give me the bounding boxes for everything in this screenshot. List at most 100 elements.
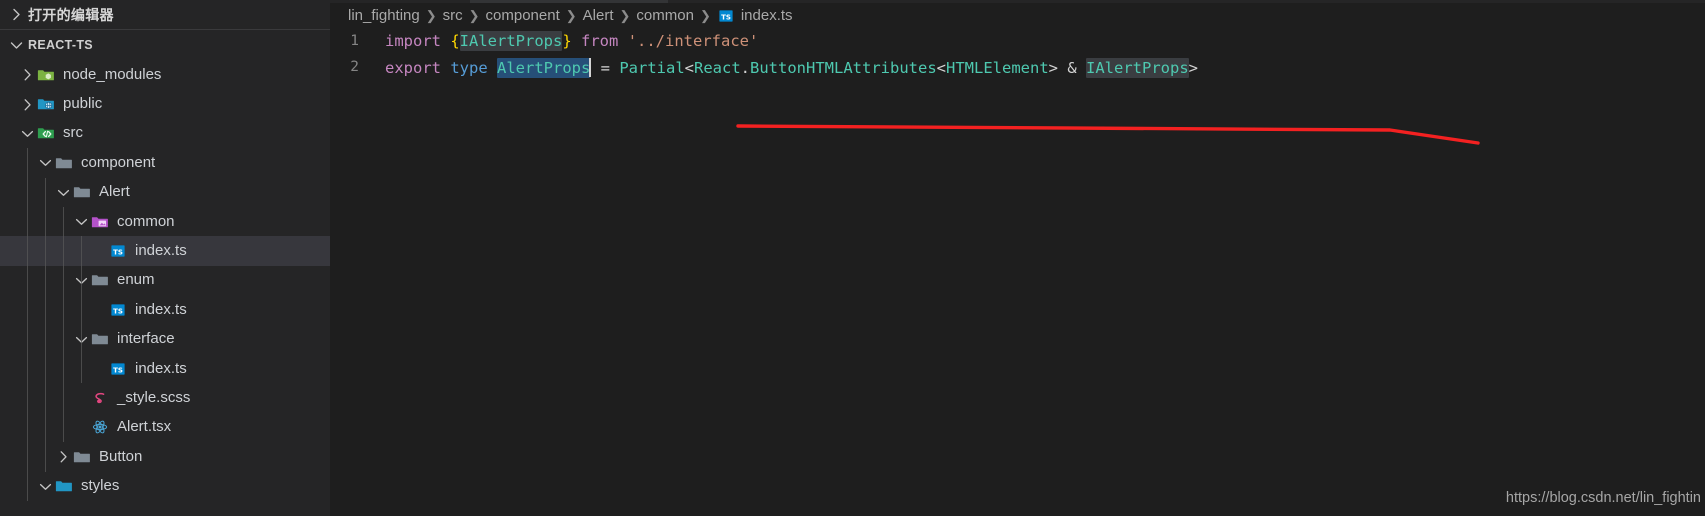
tree-item-label: Alert — [99, 183, 130, 201]
code-token: AlertProps — [497, 57, 591, 78]
chevron-right-icon[interactable] — [18, 95, 36, 113]
code-token: React — [694, 58, 741, 77]
code-token: > — [1048, 58, 1058, 77]
breadcrumb-separator-icon: ❯ — [468, 7, 480, 23]
tree-item-label: component — [81, 153, 156, 171]
code-token: > — [1188, 58, 1198, 77]
code-line[interactable]: 1 import {IAlertProps} from '../interface… — [330, 28, 1705, 54]
folder-public-icon — [36, 95, 56, 113]
breadcrumb-separator-icon: ❯ — [699, 7, 711, 23]
tree-folder-row[interactable]: Alert — [0, 178, 330, 207]
tree-item-label: index.ts — [135, 242, 187, 260]
tree-item-label: node_modules — [63, 65, 162, 83]
typescript-file-icon: TS — [108, 242, 128, 260]
code-token: } — [562, 32, 572, 50]
folder-src-icon — [36, 124, 56, 142]
code-text: export type AlertProps = Partial<React.B… — [385, 57, 1198, 78]
code-token: export — [385, 58, 451, 77]
indent-guide — [81, 236, 82, 384]
tree-folder-row[interactable]: styles — [0, 471, 330, 500]
section-open-editors[interactable]: 打开的编辑器 — [0, 0, 330, 29]
vscode-window: 打开的编辑器 REACT-TS node_modulespublic src com… — [0, 0, 1705, 516]
code-line[interactable]: 2 export type AlertProps = Partial<React.… — [330, 54, 1705, 80]
tree-item-label: enum — [117, 271, 155, 289]
tree-folder-row[interactable]: enum — [0, 266, 330, 295]
breadcrumb-item[interactable]: src — [443, 7, 463, 24]
breadcrumb-item[interactable]: component — [486, 7, 560, 24]
breadcrumb-separator-icon: ❯ — [565, 7, 577, 23]
tree-file-row[interactable]: TS index.ts — [0, 236, 330, 266]
breadcrumb: lin_fighting ❯ src ❯ component ❯ Alert ❯ common ❯… — [330, 3, 1705, 28]
code-token: { — [450, 32, 460, 50]
breadcrumb-label: Alert — [582, 7, 614, 24]
svg-text:TS: TS — [113, 366, 123, 374]
explorer-sidebar: 打开的编辑器 REACT-TS node_modulespublic src com… — [0, 0, 330, 516]
breadcrumb-item[interactable]: Alert — [583, 7, 614, 24]
chevron-down-icon[interactable] — [54, 183, 72, 201]
breadcrumb-label: index.ts — [740, 7, 793, 24]
tree-folder-row[interactable]: interface — [0, 325, 330, 354]
folder-shared-icon — [90, 213, 110, 231]
chevron-down-icon[interactable] — [36, 477, 54, 495]
code-token: '../interface' — [627, 32, 759, 50]
svg-text:TS: TS — [113, 249, 123, 257]
code-text: import {IAlertProps} from '../interface' — [385, 31, 759, 51]
tree-item-label: src — [63, 124, 83, 142]
tree-folder-row[interactable]: node_modules — [0, 60, 330, 89]
tree-folder-row[interactable]: src — [0, 119, 330, 148]
tree-item-label: index.ts — [135, 300, 187, 318]
code-token: ButtonHTMLAttributes — [750, 58, 937, 77]
tree-folder-row[interactable]: common — [0, 207, 330, 236]
breadcrumb-label: component — [485, 7, 560, 24]
chevron-down-icon[interactable] — [36, 154, 54, 172]
breadcrumb-item[interactable]: TS index.ts — [717, 7, 793, 25]
tree-folder-row[interactable]: component — [0, 148, 330, 177]
section-workspace[interactable]: REACT-TS — [0, 30, 330, 60]
breadcrumb-label: lin_fighting — [348, 7, 420, 24]
line-number: 1 — [350, 33, 359, 49]
tree-folder-row[interactable]: public — [0, 89, 330, 118]
tree-item-label: Alert.tsx — [117, 418, 172, 436]
editor-area: lin_fighting ❯ src ❯ component ❯ Alert ❯ common ❯… — [330, 0, 1705, 516]
breadcrumb-item[interactable]: common — [636, 7, 694, 24]
tree-item-label: interface — [117, 330, 175, 348]
chevron-down-icon[interactable] — [72, 213, 90, 231]
tree-folder-row[interactable]: Button — [0, 442, 330, 471]
folder-icon — [90, 271, 110, 289]
breadcrumb-item[interactable]: lin_fighting — [348, 7, 420, 24]
folder-styles-icon — [54, 477, 74, 495]
open-editors-label: 打开的编辑器 — [28, 6, 114, 23]
tree-file-row[interactable]: Alert.tsx — [0, 413, 330, 442]
svg-text:TS: TS — [721, 13, 731, 21]
workspace-name: REACT-TS — [28, 38, 93, 52]
folder-icon — [72, 448, 92, 466]
chevron-right-icon[interactable] — [18, 66, 36, 84]
indent-guide — [63, 207, 64, 443]
code-content[interactable]: 1 import {IAlertProps} from '../interface… — [330, 28, 1705, 516]
tree-file-row[interactable]: TS index.ts — [0, 354, 330, 383]
chevron-down-icon[interactable] — [18, 124, 36, 142]
folder-node-modules-icon — [36, 66, 56, 84]
code-token: IAlertProps — [1086, 57, 1189, 78]
file-tree: node_modulespublic src component Alert commo… — [0, 60, 330, 501]
react-file-icon — [90, 418, 110, 436]
breadcrumb-separator-icon: ❯ — [619, 7, 631, 23]
indent-guide — [27, 148, 28, 501]
tree-file-row[interactable]: _style.scss — [0, 383, 330, 412]
tree-item-label: common — [117, 212, 175, 230]
tree-file-row[interactable]: TS index.ts — [0, 295, 330, 324]
code-token: import — [385, 32, 451, 50]
chevron-right-icon[interactable] — [54, 448, 72, 466]
sass-file-icon — [90, 389, 110, 407]
breadcrumb-label: common — [636, 7, 694, 24]
tree-item-label: public — [63, 95, 103, 113]
breadcrumb-label: src — [442, 7, 463, 24]
code-token: . — [740, 58, 751, 77]
